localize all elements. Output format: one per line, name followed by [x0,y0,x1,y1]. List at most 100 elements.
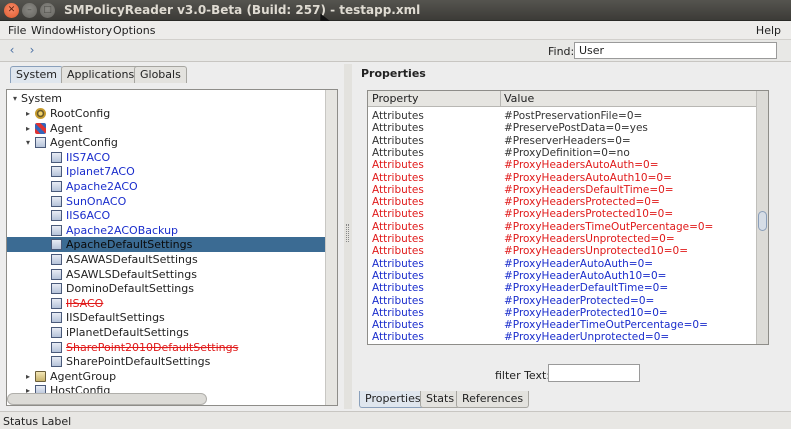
table-row[interactable]: Attributes #PreserverHeaders=0= [368,135,758,147]
chevron-right-icon[interactable]: ▸ [23,106,33,121]
filter-input[interactable] [548,364,640,382]
menu-history[interactable]: History [73,24,112,37]
property-cell: Attributes [372,282,424,295]
table-row[interactable]: Attributes #ProxyHeaderProtected10=0= [368,307,758,319]
table-row[interactable]: Attributes #ProxyHeadersUnprotected=0= [368,233,758,245]
table-row[interactable]: Attributes #ProxyHeadersTimeOutPercentage… [368,221,758,233]
table-row[interactable]: Attributes #ProxyHeadersProtected=0= [368,196,758,208]
splitter-grip-icon[interactable] [346,224,349,242]
tree-item[interactable]: ASAWLSDefaultSettings [7,267,327,282]
close-window-button[interactable]: ✕ [4,3,19,18]
tree-item[interactable]: ASAWASDefaultSettings [7,252,327,267]
tree-item[interactable]: ApacheDefaultSettings [7,237,327,253]
tree-item[interactable]: Apache2ACO [7,179,327,194]
table-row[interactable]: Attributes #ProxyHeaderDefaultTime=0= [368,282,758,294]
table-row[interactable]: Attributes #ProxyHeadersProtected10=0= [368,208,758,220]
tree-item[interactable]: IIS7ACO [7,150,327,165]
tree-vertical-scrollbar[interactable] [325,90,337,405]
pane-splitter[interactable] [344,64,352,409]
tab-globals[interactable]: Globals [134,66,187,83]
chevron-down-icon[interactable]: ▾ [10,91,20,106]
tree-item[interactable]: Iplanet7ACO [7,164,327,179]
tree-item-label: SharePoint2010DefaultSettings [66,340,239,354]
tree-item[interactable]: ▸ Agent [7,121,327,136]
table-row[interactable]: Attributes #ProxyHeadersAutoAuth=0= [368,159,758,171]
tab-applications[interactable]: Applications [61,66,141,83]
table-row[interactable]: Attributes #ProxyHeaderUnprotected=0= [368,331,758,343]
table-row[interactable]: Attributes #ProxyHeadersDefaultTime=0= [368,184,758,196]
table-row[interactable]: Attributes #ProxyDefinition=0=no [368,147,758,159]
chevron-left-icon: ‹ [9,43,15,57]
tree-item-label: DominoDefaultSettings [66,282,194,296]
menu-help[interactable]: Help [756,24,781,37]
document-icon [51,166,62,178]
minimize-window-button[interactable]: – [22,3,37,18]
tree-item-label: RootConfig [50,107,111,120]
tree-item[interactable]: iPlanetDefaultSettings [7,325,327,340]
tree-item[interactable]: SharePointDefaultSettings [7,354,327,369]
table-row[interactable]: Attributes #ProxyHeaderTimeOutPercentage=… [368,319,758,331]
tree-item[interactable]: SharePoint2010DefaultSettings [7,340,327,355]
table-row[interactable]: Attributes #ProxyHeaderProtected=0= [368,295,758,307]
find-input[interactable] [574,42,777,59]
chevron-right-icon[interactable]: ▸ [23,369,33,384]
column-header-value[interactable]: Value [504,92,534,105]
column-header-property[interactable]: Property [372,92,419,105]
property-cell: Attributes [372,294,424,307]
value-cell: #ProxyHeadersUnprotected10=0= [504,245,689,258]
column-divider[interactable] [500,91,501,107]
tree-root[interactable]: ▾ System [7,91,327,106]
table-row[interactable]: Attributes #ProxyHeadersAutoAuth10=0= [368,172,758,184]
tree-item[interactable]: ▸ RootConfig [7,106,327,121]
tree-item[interactable]: ▾ AgentConfig [7,135,327,150]
chevron-right-icon[interactable]: ▸ [23,121,33,136]
tree-item-label: Iplanet7ACO [66,165,135,179]
tree-item-label: ApacheDefaultSettings [66,238,193,252]
maximize-window-button[interactable]: □ [40,3,55,18]
document-icon [51,283,62,295]
tab-references[interactable]: References [456,391,530,408]
tree-item[interactable]: ▸ AgentGroup [7,369,327,384]
find-label: Find: [548,45,575,58]
table-row[interactable]: Attributes #ProxyHeaderAutoAuth=0= [368,258,758,270]
value-cell: #ProxyHeadersUnprotected=0= [504,233,675,245]
right-pane: Properties Property Value Attributes #Pos… [353,64,787,409]
tree-view[interactable]: ▾ System ▸ RootConfig ▸ Agent ▾ AgentConfig II… [6,89,338,406]
value-cell: #ProxyHeadersProtected10=0= [504,208,674,221]
value-cell: #ProxyHeaderProtected=0= [504,294,655,307]
value-cell: #PreserverHeaders=0= [504,134,631,147]
tree-item[interactable]: SunOnACO [7,194,327,209]
tab-stats[interactable]: Stats [420,391,461,408]
tree-item[interactable]: DominoDefaultSettings [7,281,327,296]
chevron-down-icon[interactable]: ▾ [23,135,33,150]
menu-options[interactable]: Options [113,24,155,37]
document-icon [51,195,62,207]
document-icon [51,151,62,163]
table-row[interactable]: Attributes #ProxyHeaderAutoAuth10=0= [368,270,758,282]
tree-horizontal-scrollbar[interactable] [7,393,207,405]
table-row[interactable]: Attributes #PostPreservationFile=0= [368,110,758,122]
back-button[interactable]: ‹ [5,43,19,58]
properties-vertical-scrollbar[interactable] [756,91,768,344]
menu-window[interactable]: Window [31,24,74,37]
table-row[interactable]: Attributes #ProxyHeadersUnprotected10=0= [368,245,758,257]
property-cell: Attributes [372,269,424,282]
tree-item[interactable]: Apache2ACOBackup [7,223,327,238]
document-icon [51,268,62,280]
tree-item[interactable]: IIS6ACO [7,208,327,223]
property-cell: Attributes [372,245,424,258]
table-row[interactable]: Attributes #PreservePostData=0=yes [368,122,758,134]
properties-table[interactable]: Property Value Attributes #PostPreservati… [367,90,769,345]
tree-item[interactable]: IISDefaultSettings [7,310,327,325]
scrollbar-thumb[interactable] [758,211,767,231]
property-cell: Attributes [372,319,424,332]
tree-item[interactable]: IISACO [7,296,327,311]
menu-file[interactable]: File [8,24,26,37]
value-cell: #ProxyHeaderAutoAuth=0= [504,257,654,270]
forward-button[interactable]: › [25,43,39,58]
tab-properties[interactable]: Properties [359,391,427,408]
tree-root-label: System [21,92,63,105]
document-icon [51,297,62,309]
tab-system[interactable]: System [10,66,64,83]
property-cell: Attributes [372,306,424,319]
